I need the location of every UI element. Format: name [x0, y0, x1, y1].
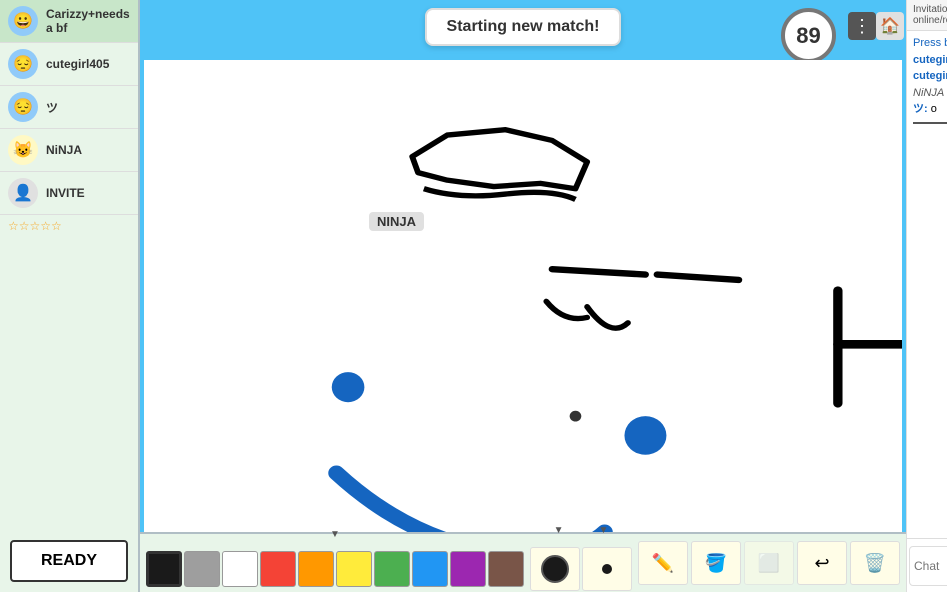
menu-button[interactable]: ⋮	[848, 12, 876, 40]
user-name-invite: INVITE	[46, 186, 85, 200]
avatar-3: 😺	[8, 135, 38, 165]
invitation-bar: Invitation: https://drawaria.online/roo	[907, 0, 947, 31]
size-arrow-1: ▼	[554, 525, 564, 536]
avatar-0: 😀	[8, 6, 38, 36]
sidebar: 😀 Carizzy+needs a bf 😔 cutegirl405 😔 ツ 😺…	[0, 0, 140, 592]
active-color-swatch[interactable]	[530, 547, 580, 591]
msg-sender-1: cutegirl405:	[913, 70, 947, 82]
user-name-2: ツ	[46, 99, 58, 116]
chat-input[interactable]	[909, 546, 947, 586]
chat-message-3: ツ: o	[913, 102, 947, 116]
sidebar-item-invite[interactable]: 👤 INVITE	[0, 172, 138, 215]
press-hint[interactable]: Press bottom left button	[913, 35, 947, 51]
color-blue[interactable]	[412, 551, 448, 587]
avatar-2: 😔	[8, 92, 38, 122]
toolbar: ▼ ▼ ▼ ✏️ 🪣	[140, 532, 906, 592]
top-bar: Starting new match! 89 ⋮ 🏠	[140, 0, 906, 60]
home-button[interactable]: 🏠	[876, 12, 904, 40]
drawing-svg	[144, 60, 902, 532]
sidebar-item-user-0[interactable]: 😀 Carizzy+needs a bf	[0, 0, 138, 43]
color-red[interactable]	[260, 551, 296, 587]
color-yellow[interactable]	[336, 551, 372, 587]
pencil-tool-button[interactable]: ✏️	[638, 541, 688, 585]
main-area: Starting new match! 89 ⋮ 🏠 NINJA	[140, 0, 906, 592]
msg-text-2: NiNJA connected	[913, 87, 947, 99]
drawing-canvas-area[interactable]: NINJA	[144, 60, 902, 532]
stars-display: ☆☆☆☆☆	[0, 215, 138, 237]
chat-messages: Press bottom left button cutegirl405: th…	[907, 31, 947, 538]
tools-section: ✏️ 🪣 ⬜ ↩ 🗑️	[638, 541, 900, 585]
sidebar-item-user-3[interactable]: 😺 NiNJA	[0, 129, 138, 172]
clear-tool-button[interactable]: 🗑️	[850, 541, 900, 585]
chat-input-row: ★	[907, 538, 947, 592]
ninja-label: NINJA	[369, 212, 424, 231]
erase-tool-button[interactable]: ⬜	[744, 541, 794, 585]
color-orange[interactable]	[298, 551, 334, 587]
chat-message-1: cutegirl405: thats it	[913, 69, 947, 83]
divider	[913, 122, 947, 124]
active-color-section: ▼ ▼	[530, 535, 632, 591]
fill-tool-button[interactable]: 🪣	[691, 541, 741, 585]
user-name-1: cutegirl405	[46, 57, 109, 71]
msg-sender-3: ツ:	[913, 103, 931, 115]
color-black[interactable]	[146, 551, 182, 587]
avatar-1: 😔	[8, 49, 38, 79]
right-panel: Invitation: https://drawaria.online/roo …	[906, 0, 947, 592]
small-size-btn[interactable]	[582, 547, 632, 591]
color-gray[interactable]	[184, 551, 220, 587]
chat-message-0: cutegirl405: there	[913, 53, 947, 67]
sidebar-item-user-2[interactable]: 😔 ツ	[0, 86, 138, 129]
msg-sender-0: cutegirl405:	[913, 54, 947, 66]
score-display: o	[913, 130, 947, 142]
timer-display: 89	[781, 8, 836, 63]
chat-message-2: NiNJA connected	[913, 86, 947, 100]
timer-container: 89	[781, 8, 836, 63]
msg-text-3: o	[931, 103, 937, 115]
color-arrow: ▼	[330, 529, 340, 540]
color-section: ▼	[146, 539, 524, 587]
ready-button[interactable]: READY	[10, 540, 128, 582]
color-purple[interactable]	[450, 551, 486, 587]
undo-tool-button[interactable]: ↩	[797, 541, 847, 585]
user-name-0: Carizzy+needs a bf	[46, 7, 130, 35]
avatar-invite: 👤	[8, 178, 38, 208]
color-green[interactable]	[374, 551, 410, 587]
user-name-3: NiNJA	[46, 143, 82, 157]
color-white[interactable]	[222, 551, 258, 587]
size-arrow-2: ▼	[598, 525, 608, 536]
match-banner: Starting new match!	[425, 8, 622, 46]
sidebar-item-user-1[interactable]: 😔 cutegirl405	[0, 43, 138, 86]
color-brown[interactable]	[488, 551, 524, 587]
